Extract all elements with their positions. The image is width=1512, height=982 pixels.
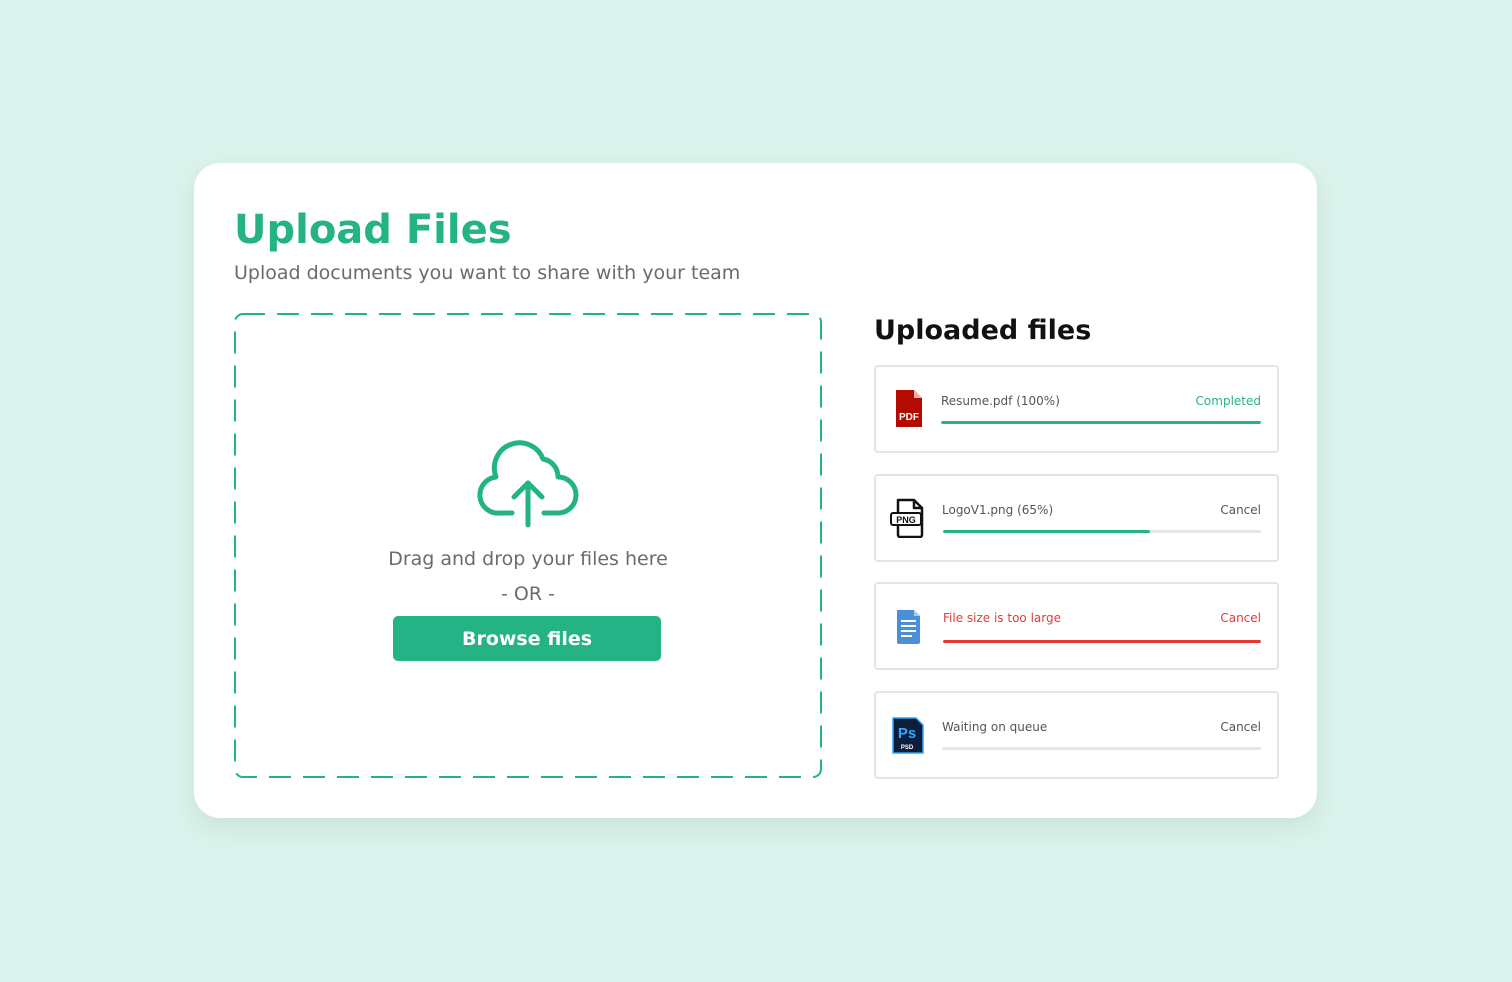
browse-files-button[interactable]: Browse files [393, 616, 661, 661]
cancel-button[interactable]: Cancel [1220, 502, 1261, 518]
progress-fill [943, 640, 1261, 643]
psd-icon-label: Ps [898, 725, 916, 742]
document-file-icon [897, 610, 920, 644]
file-name: Waiting on queue [942, 720, 1048, 734]
page-subtitle: Upload documents you want to share with … [234, 262, 741, 284]
progress-fill [943, 530, 1150, 533]
file-name: LogoV1.png (65%) [942, 503, 1054, 517]
cancel-button[interactable]: Cancel [1220, 610, 1261, 626]
file-item: Ps PSD Waiting on queue Cancel [874, 691, 1279, 779]
file-error-message: File size is too large [943, 611, 1061, 625]
file-name: Resume.pdf (100%) [941, 394, 1060, 408]
pdf-file-icon: PDF [896, 390, 922, 427]
png-icon-label: PNG [896, 515, 916, 525]
uploaded-files-title: Uploaded files [874, 315, 1092, 346]
progress-bar [943, 640, 1261, 643]
file-dropzone[interactable]: Drag and drop your files here - OR - Bro… [234, 313, 822, 778]
file-item: File size is too large Cancel [874, 582, 1279, 670]
pdf-icon-label: PDF [899, 412, 919, 423]
file-status-completed: Completed [1195, 394, 1261, 408]
cancel-button[interactable]: Cancel [1220, 719, 1261, 735]
progress-bar [941, 421, 1261, 424]
cloud-upload-icon [477, 440, 579, 528]
png-file-icon: PNG [890, 498, 924, 538]
drag-drop-text: Drag and drop your files here [388, 548, 668, 570]
progress-fill [941, 421, 1261, 424]
or-separator: - OR - [501, 583, 555, 605]
file-item: PNG LogoV1.png (65%) Cancel [874, 474, 1279, 562]
psd-file-icon: Ps PSD [892, 717, 924, 754]
psd-icon-sublabel: PSD [901, 745, 914, 751]
progress-bar [942, 747, 1261, 750]
upload-card: Upload Files Upload documents you want t… [194, 163, 1317, 818]
progress-bar [943, 530, 1261, 533]
page-title: Upload Files [234, 207, 512, 253]
file-item: PDF Resume.pdf (100%) Completed [874, 365, 1279, 453]
